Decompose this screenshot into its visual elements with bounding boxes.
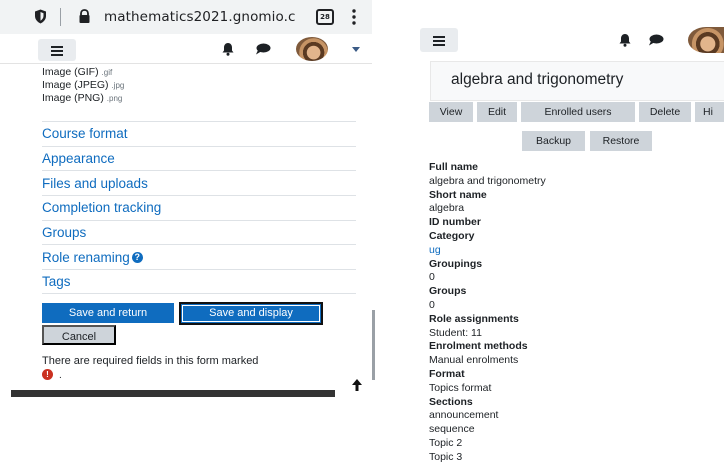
cancel-button[interactable]: Cancel xyxy=(42,325,116,345)
groupings-value: 0 xyxy=(429,271,435,284)
file-type-item: Image (GIF) .gif xyxy=(42,66,113,78)
avatar[interactable] xyxy=(296,37,328,61)
category-label: Category xyxy=(429,229,475,242)
course-header: algebra and trigonometry xyxy=(430,61,724,101)
delete-button[interactable]: Delete xyxy=(639,102,691,122)
chat-icon[interactable] xyxy=(255,43,271,55)
section-appearance[interactable]: Appearance xyxy=(42,145,356,171)
role-assignments-value: Student: 11 xyxy=(429,326,482,339)
full-name-label: Full name xyxy=(429,161,479,173)
section-files-and-uploads[interactable]: Files and uploads xyxy=(42,170,356,195)
enrolment-methods-label: Enrolment methods xyxy=(429,340,528,353)
avatar[interactable] xyxy=(688,27,724,53)
horizontal-scrollbar[interactable] xyxy=(11,390,335,397)
edit-button[interactable]: Edit xyxy=(477,102,517,122)
save-and-display-button[interactable]: Save and display xyxy=(179,302,323,325)
groupings-label: Groupings xyxy=(429,257,483,270)
address-separator xyxy=(60,8,61,26)
arrow-up-icon[interactable] xyxy=(351,378,363,392)
moodle-navbar xyxy=(407,24,724,54)
chat-icon[interactable] xyxy=(648,34,664,46)
course-action-buttons: View Edit Enrolled users Delete Hi xyxy=(429,102,724,124)
left-phone-screen: mathematics2021.gnomio.c 28 Image (GIF) … xyxy=(0,0,375,464)
bell-icon[interactable] xyxy=(221,42,235,56)
role-assignments-label: Role assignments xyxy=(429,312,519,325)
short-name-value: algebra xyxy=(429,202,465,215)
browser-address-bar: mathematics2021.gnomio.c 28 xyxy=(0,0,372,34)
restore-button[interactable]: Restore xyxy=(590,131,652,151)
url-text[interactable]: mathematics2021.gnomio.c xyxy=(104,9,302,25)
menu-icon[interactable] xyxy=(420,28,458,52)
file-type-item: Image (PNG) .png xyxy=(42,92,123,104)
section-tags[interactable]: Tags xyxy=(42,269,356,294)
section-completion-tracking[interactable]: Completion tracking xyxy=(42,195,356,220)
more-vert-icon[interactable] xyxy=(352,9,356,25)
bell-icon[interactable] xyxy=(618,33,632,47)
required-note-end: . xyxy=(59,370,62,381)
course-title: algebra and trigonometry xyxy=(451,71,624,88)
settings-sections: Course format Appearance Files and uploa… xyxy=(42,121,356,294)
section-item: sequence xyxy=(429,423,475,436)
sections-label: Sections xyxy=(429,395,473,408)
section-item: Topic 2 xyxy=(429,436,463,449)
backup-button[interactable]: Backup xyxy=(522,131,585,151)
help-icon[interactable]: ? xyxy=(131,251,143,263)
shield-icon[interactable] xyxy=(34,9,47,24)
vertical-scrollbar[interactable] xyxy=(372,310,375,380)
section-item: Topic 3 xyxy=(429,450,463,463)
lock-icon[interactable] xyxy=(78,9,91,24)
moodle-navbar xyxy=(0,34,372,64)
section-course-format[interactable]: Course format xyxy=(42,121,356,146)
format-label: Format xyxy=(429,367,465,380)
id-number-label: ID number xyxy=(429,216,481,229)
caret-down-icon[interactable] xyxy=(352,47,360,52)
required-fields-note: There are required fields in this form m… xyxy=(42,355,259,367)
enrolled-users-button[interactable]: Enrolled users xyxy=(521,102,635,122)
format-value: Topics format xyxy=(429,381,492,394)
section-groups[interactable]: Groups xyxy=(42,219,356,245)
file-type-item: Image (JPEG) .jpg xyxy=(42,79,125,91)
short-name-label: Short name xyxy=(429,188,487,201)
right-phone-screen: algebra and trigonometry View Edit Enrol… xyxy=(407,24,724,464)
groups-value: 0 xyxy=(429,298,435,311)
save-and-return-button[interactable]: Save and return xyxy=(42,303,174,323)
section-item: announcement xyxy=(429,409,499,422)
section-role-renaming[interactable]: Role renaming ? xyxy=(42,244,356,269)
section-role-renaming-label: Role renaming xyxy=(42,249,130,265)
accepted-file-types: Image (GIF) .gif Image (JPEG) .jpg Image… xyxy=(42,66,124,105)
required-icon: ! xyxy=(42,369,53,380)
full-name-value: algebra and trigonometry xyxy=(429,174,546,187)
groups-label: Groups xyxy=(429,285,467,298)
view-button[interactable]: View xyxy=(429,102,473,122)
menu-icon[interactable] xyxy=(38,39,76,61)
course-details: Full name algebra and trigonometry Short… xyxy=(429,161,719,464)
category-link[interactable]: ug xyxy=(429,244,719,258)
hide-button[interactable]: Hi xyxy=(695,102,724,122)
enrolment-methods-value: Manual enrolments xyxy=(429,354,519,367)
tabs-icon[interactable]: 28 xyxy=(316,9,334,25)
